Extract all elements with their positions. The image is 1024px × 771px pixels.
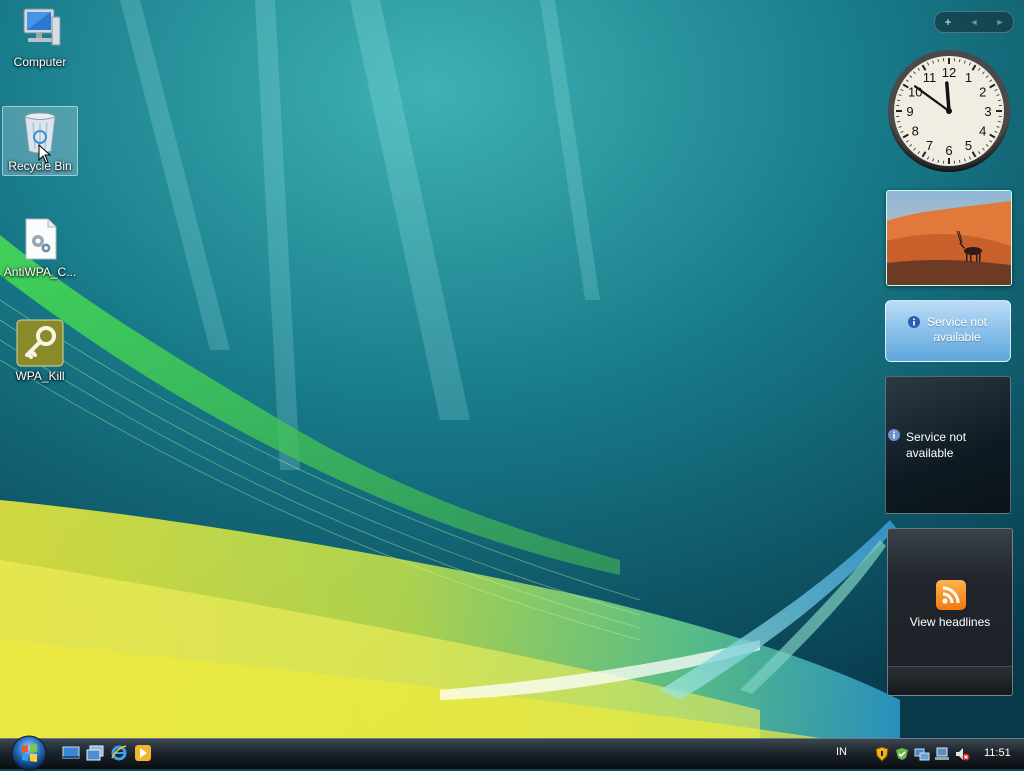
desktop-icon-wpa-kill[interactable]: WPA_Kill <box>2 316 78 386</box>
security-shield-icon[interactable] <box>874 746 890 762</box>
weather-message: Service not available <box>908 315 1006 345</box>
slideshow-gadget[interactable] <box>886 190 1012 286</box>
desktop-icon-label: Computer <box>14 55 67 69</box>
stocks-message: Service not available <box>906 429 1002 461</box>
slideshow-image <box>887 191 1011 285</box>
add-gadget-button[interactable]: + <box>938 15 958 29</box>
show-desktop-icon[interactable] <box>62 744 80 762</box>
clock-numeral: 7 <box>926 138 933 153</box>
taskbar: IN 11:51 <box>0 738 1024 769</box>
network-connection-icon[interactable] <box>934 746 950 762</box>
feed-gadget-footer <box>888 666 1012 695</box>
input-language-indicator[interactable]: IN <box>836 746 847 758</box>
network-icon[interactable] <box>914 746 930 762</box>
clock-numeral: 8 <box>912 124 919 139</box>
quick-launch-toolbar <box>62 744 152 764</box>
clock-numeral: 3 <box>984 104 991 119</box>
clock-numeral: 9 <box>906 104 913 119</box>
previous-page-button[interactable]: ◄ <box>964 17 984 27</box>
feed-headlines-gadget[interactable]: View headlines <box>887 528 1013 696</box>
desktop-icon-antiwpa[interactable]: AntiWPA_C... <box>2 212 78 282</box>
clock-numeral: 11 <box>923 70 937 85</box>
weather-gadget[interactable]: Service not available <box>885 300 1011 362</box>
clock-numeral: 12 <box>942 65 956 80</box>
desktop-icon-label: WPA_Kill <box>15 369 64 383</box>
clock-numeral: 6 <box>945 143 952 158</box>
wallpaper-aurora <box>0 0 1024 738</box>
desktop-icon-recycle-bin[interactable]: Recycle Bin <box>2 106 78 176</box>
clock-gadget[interactable]: 121234567891011 <box>886 48 1012 174</box>
start-orb-button[interactable] <box>8 735 50 771</box>
volume-muted-icon[interactable] <box>954 746 970 762</box>
rss-feed-icon <box>936 580 966 610</box>
stocks-gadget[interactable]: Service not available <box>885 376 1011 514</box>
info-icon <box>888 429 900 441</box>
desktop[interactable]: Computer Recycle Bin AntiWPA_C... <box>0 0 1024 738</box>
clock-numeral: 1 <box>965 70 972 85</box>
view-headlines-link[interactable]: View headlines <box>888 615 1012 629</box>
desktop-icon-label: AntiWPA_C... <box>4 265 76 279</box>
clock-numeral: 4 <box>979 124 986 139</box>
internet-explorer-icon[interactable] <box>110 744 128 762</box>
desktop-icon-computer[interactable]: Computer <box>2 2 78 72</box>
recycle-bin-icon <box>16 109 64 157</box>
switch-windows-icon[interactable] <box>86 744 104 762</box>
desktop-icon-label: Recycle Bin <box>8 159 71 173</box>
media-player-icon[interactable] <box>134 744 152 762</box>
taskbar-clock[interactable]: 11:51 <box>984 747 1011 759</box>
sidebar-controls: + ◄ ► <box>934 11 1014 33</box>
clock-hour-hand <box>947 83 949 111</box>
system-tray <box>874 743 970 765</box>
settings-file-icon <box>16 215 64 263</box>
clock-numeral: 2 <box>979 85 986 100</box>
next-page-button[interactable]: ► <box>990 17 1010 27</box>
defender-icon[interactable] <box>894 746 910 762</box>
key-icon <box>16 319 64 367</box>
computer-icon <box>16 5 64 53</box>
clock-numeral: 5 <box>965 138 972 153</box>
